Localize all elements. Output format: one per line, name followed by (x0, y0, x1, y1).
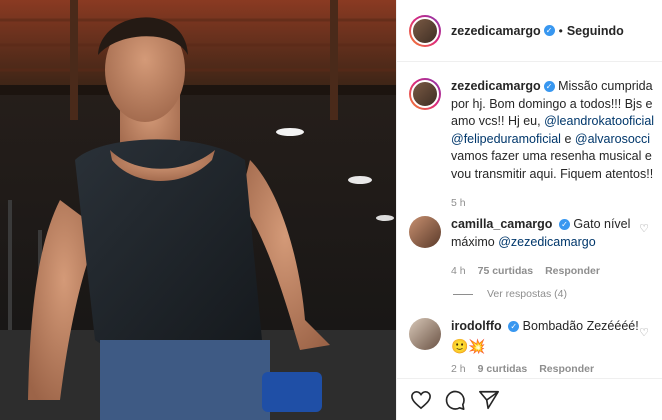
follow-status-button[interactable]: Seguindo (567, 24, 624, 38)
post-caption: zezedicamargo ✓ Missão cumprida por hj. B… (409, 78, 655, 213)
commenter-username[interactable]: irodolffo (451, 319, 502, 333)
reply-button[interactable]: Responder (539, 361, 594, 379)
comment-icon[interactable] (443, 388, 467, 412)
separator-dot: • (558, 23, 563, 38)
verified-icon: ✓ (543, 81, 555, 93)
caption-text: vamos fazer uma resenha musical e vou tr… (451, 149, 654, 181)
mention-link[interactable]: @leandrokatooficial (544, 114, 654, 128)
view-replies[interactable]: Ver respostas (4) (453, 288, 567, 300)
mention-link[interactable]: @zezedicamargo (498, 235, 595, 249)
commenter-avatar[interactable] (409, 216, 441, 248)
post-panel: zezedicamargo ✓ • Seguindo zezedicamargo… (396, 0, 662, 420)
author-username[interactable]: zezedicamargo (451, 24, 541, 38)
post-photo[interactable] (0, 0, 396, 420)
view-replies-label[interactable]: Ver respostas (4) (487, 288, 567, 300)
action-bar (397, 378, 662, 420)
comment-likes[interactable]: 9 curtidas (478, 361, 528, 379)
comment-text: Bombadão Zezéééé! (522, 319, 639, 333)
verified-icon: ✓ (508, 321, 520, 333)
heart-icon[interactable] (409, 388, 433, 412)
caption-username[interactable]: zezedicamargo (451, 79, 541, 93)
reply-button[interactable]: Responder (545, 263, 600, 281)
mention-link[interactable]: @felipeduramoficial (451, 132, 561, 146)
comment-item: camilla_camargo ✓ Gato nível máximo @zez… (409, 216, 655, 281)
share-icon[interactable] (477, 388, 501, 412)
caption-time[interactable]: 5 h (451, 195, 655, 213)
post-header: zezedicamargo ✓ • Seguindo (397, 0, 662, 62)
mention-link[interactable]: @alvarosocci (575, 132, 650, 146)
commenter-username[interactable]: camilla_camargo (451, 217, 552, 231)
comment-emoji: 🙂💥 (451, 337, 486, 354)
comment-like-heart-icon[interactable]: ♡ (639, 326, 649, 339)
comment-likes[interactable]: 75 curtidas (478, 263, 533, 281)
post-image (0, 0, 396, 420)
comment-time[interactable]: 4 h (451, 263, 466, 281)
caption-avatar[interactable] (409, 78, 441, 110)
author-avatar[interactable] (409, 14, 441, 47)
commenter-avatar[interactable] (409, 318, 441, 350)
comment-like-heart-icon[interactable]: ♡ (639, 222, 649, 235)
caption-text: e (560, 131, 575, 146)
verified-icon: ✓ (543, 25, 555, 36)
verified-icon: ✓ (558, 219, 570, 231)
comment-item: irodolffo ✓ Bombadão Zezéééé! 🙂💥 2 h 9 c… (409, 318, 655, 379)
comment-time[interactable]: 2 h (451, 361, 466, 379)
replies-divider (453, 293, 473, 295)
